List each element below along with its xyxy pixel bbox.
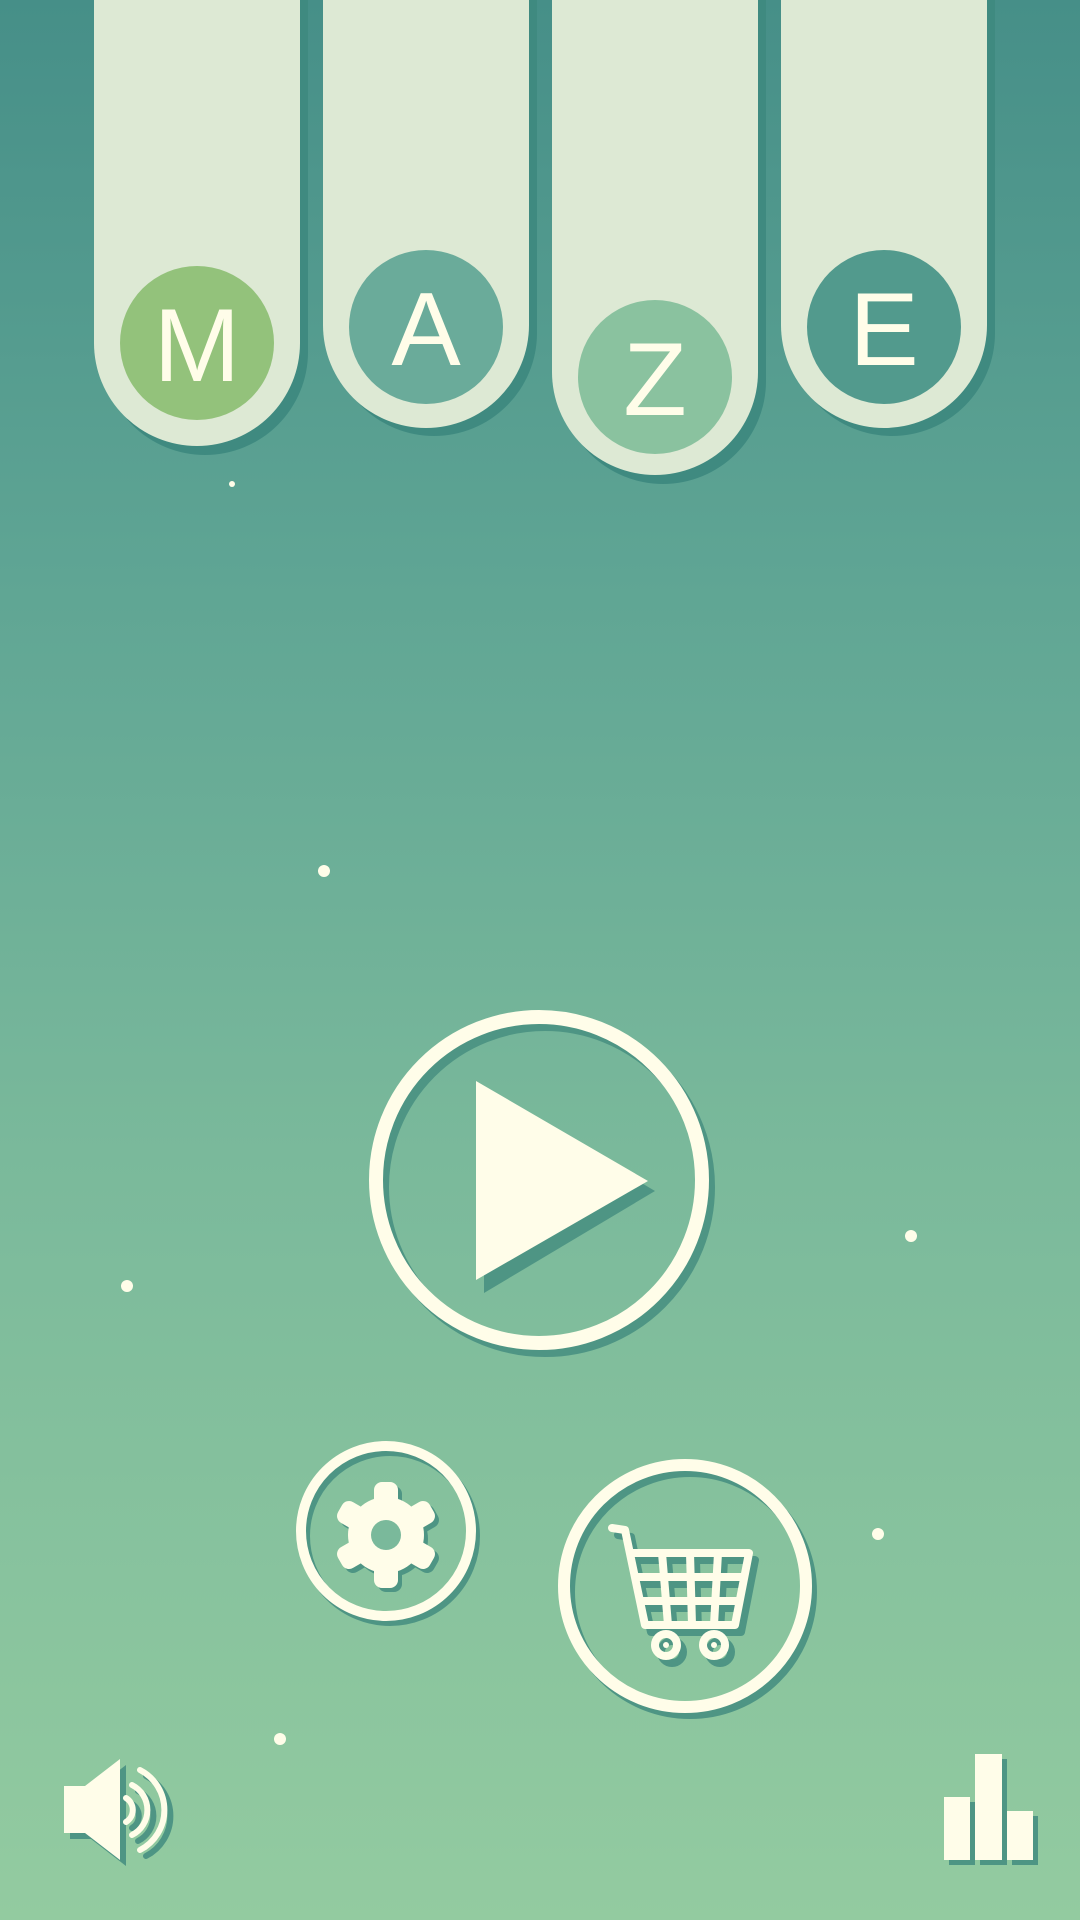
play-icon — [476, 1081, 655, 1293]
play-button[interactable] — [369, 1010, 715, 1357]
title-letter-e: E — [849, 272, 918, 388]
particle — [905, 1230, 917, 1242]
particle — [274, 1733, 286, 1745]
cart-icon — [608, 1524, 759, 1667]
title-letter-z: Z — [623, 322, 687, 438]
bar-chart-icon — [944, 1754, 1038, 1865]
title-letter-m: M — [154, 288, 241, 404]
settings-button[interactable] — [296, 1441, 480, 1626]
sound-toggle-button[interactable] — [64, 1759, 174, 1866]
shop-button[interactable] — [558, 1459, 817, 1719]
particle — [872, 1528, 884, 1540]
speaker-icon — [64, 1759, 174, 1866]
leaderboard-button[interactable] — [944, 1754, 1038, 1865]
gear-icon — [337, 1482, 439, 1592]
title-letter-a: A — [391, 272, 461, 388]
maze-title-logo: M A Z E — [94, 0, 995, 484]
particle — [318, 865, 330, 877]
particle — [121, 1280, 133, 1292]
game-background: M A Z E — [0, 0, 1080, 1920]
